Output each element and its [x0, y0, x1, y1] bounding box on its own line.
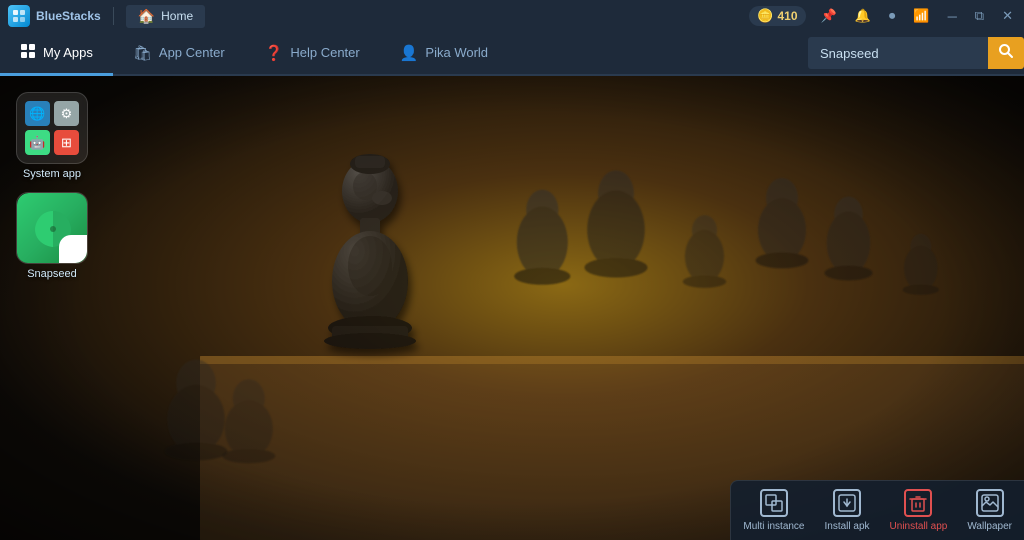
bell-icon[interactable]: 🔔 — [852, 8, 874, 24]
app-logo: BlueStacks — [8, 5, 101, 27]
main-content: 🌐 ⚙ 🤖 ⊞ System app Snapseed — [0, 76, 1024, 540]
snapseed-icon[interactable] — [16, 192, 88, 264]
app-grid: 🌐 ⚙ 🤖 ⊞ System app Snapseed — [16, 92, 88, 280]
snapseed-group: Snapseed — [16, 192, 88, 280]
search-icon — [998, 43, 1014, 63]
close-button[interactable]: ✕ — [999, 8, 1016, 24]
search-area — [808, 32, 1024, 74]
uninstall-app-icon — [904, 489, 932, 517]
install-apk-label: Install apk — [825, 521, 870, 532]
android-mini-icon: 🤖 — [25, 130, 50, 155]
uninstall-app-label: Uninstall app — [890, 521, 948, 532]
app-center-icon: 🛍 — [133, 44, 152, 62]
tab-help-center[interactable]: ❓ Help Center — [245, 32, 380, 76]
coin-icon: 🪙 — [757, 8, 773, 24]
title-divider — [113, 7, 114, 25]
gear-mini-icon: ⚙ — [54, 101, 79, 126]
my-apps-icon — [20, 43, 36, 63]
home-tab[interactable]: 🏠 Home — [126, 5, 205, 28]
pin-icon[interactable]: 📌 — [818, 8, 840, 24]
help-center-label: Help Center — [290, 45, 359, 60]
multi-instance-label: Multi instance — [743, 521, 804, 532]
snapseed-fold — [59, 235, 87, 263]
search-button[interactable] — [988, 37, 1024, 69]
pika-world-icon: 👤 — [400, 44, 419, 62]
uninstall-app-button[interactable]: Uninstall app — [890, 489, 948, 532]
record-icon[interactable]: ⏺ — [886, 8, 899, 24]
tab-my-apps[interactable]: My Apps — [0, 32, 113, 76]
wallpaper-icon — [976, 489, 1004, 517]
wallpaper-button[interactable]: Wallpaper — [967, 489, 1012, 532]
background — [0, 76, 1024, 540]
coin-count: 410 — [777, 9, 797, 23]
multi-instance-button[interactable]: Multi instance — [743, 489, 804, 532]
window-controls: 🪙 410 📌 🔔 ⏺ 📶 ─ ⧉ ✕ — [749, 6, 1016, 26]
nav-bar: My Apps 🛍 App Center ❓ Help Center 👤 Pik… — [0, 32, 1024, 76]
brand-label: BlueStacks — [36, 9, 101, 23]
minimize-button[interactable]: ─ — [945, 9, 960, 24]
wallpaper-label: Wallpaper — [967, 521, 1012, 532]
tab-pika-world[interactable]: 👤 Pika World — [380, 32, 508, 76]
pika-world-label: Pika World — [425, 45, 488, 60]
home-label: Home — [161, 9, 193, 23]
bottom-toolbar: Multi instance Install apk — [730, 480, 1024, 540]
app-center-label: App Center — [159, 45, 225, 60]
system-app-icon[interactable]: 🌐 ⚙ 🤖 ⊞ — [16, 92, 88, 164]
help-center-icon: ❓ — [265, 44, 284, 62]
home-icon: 🏠 — [138, 8, 155, 25]
network-icon[interactable]: 📶 — [910, 8, 932, 24]
globe-mini-icon: 🌐 — [25, 101, 50, 126]
multi-instance-icon — [760, 489, 788, 517]
coin-badge[interactable]: 🪙 410 — [749, 6, 805, 26]
snapseed-label: Snapseed — [27, 268, 77, 280]
system-app-label: System app — [23, 168, 81, 180]
install-apk-button[interactable]: Install apk — [825, 489, 870, 532]
bluestacks-icon — [8, 5, 30, 27]
search-input[interactable] — [808, 37, 988, 69]
restore-button[interactable]: ⧉ — [972, 8, 987, 24]
title-bar: BlueStacks 🏠 Home 🪙 410 📌 🔔 ⏺ 📶 ─ ⧉ ✕ — [0, 0, 1024, 32]
grid-mini-icon: ⊞ — [54, 130, 79, 155]
system-app-group: 🌐 ⚙ 🤖 ⊞ System app — [16, 92, 88, 180]
my-apps-label: My Apps — [43, 45, 93, 60]
install-apk-icon — [833, 489, 861, 517]
tab-app-center[interactable]: 🛍 App Center — [113, 32, 245, 76]
